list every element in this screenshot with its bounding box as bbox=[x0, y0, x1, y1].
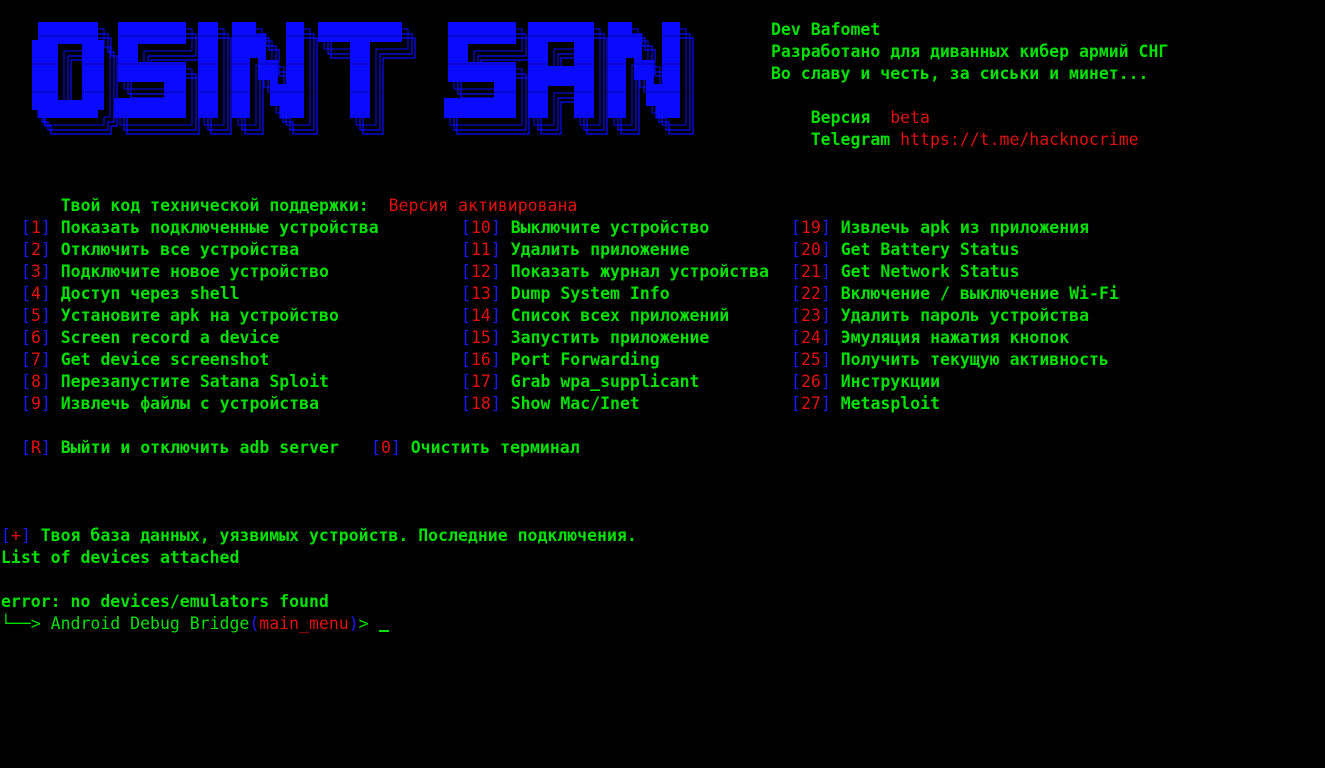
menu-item-19[interactable]: [19] Извлечь apk из приложения bbox=[791, 217, 1089, 239]
telegram-row: Telegram https://t.me/hacknocrime bbox=[771, 107, 1139, 149]
error-message: error: no devices/emulators found bbox=[1, 592, 329, 611]
dev-name: Dev Bafomet bbox=[771, 20, 881, 39]
menu-item-26[interactable]: [26] Инструкции bbox=[791, 371, 940, 393]
menu-item-13[interactable]: [13] Dump System Info bbox=[461, 283, 670, 305]
command-prompt[interactable]: └──> Android Debug Bridge(main_menu)> bbox=[1, 613, 389, 635]
menu-item-23[interactable]: [23] Удалить пароль устройства bbox=[791, 305, 1089, 327]
menu-item-exit[interactable]: [R] Выйти и отключить adb server bbox=[21, 437, 339, 459]
menu-item-24[interactable]: [24] Эмуляция нажатия кнопок bbox=[791, 327, 1069, 349]
text-cursor bbox=[378, 630, 389, 632]
menu-item-25[interactable]: [25] Получить текущую активность bbox=[791, 349, 1109, 371]
osint-san-logo bbox=[18, 14, 718, 146]
developed-for-text: Разработано для диванных кибер армий СНГ bbox=[771, 42, 1169, 61]
menu-item-8[interactable]: [8] Перезапустите Satana Sploit bbox=[21, 371, 329, 393]
menu-item-clear[interactable]: [0] Очистить терминал bbox=[371, 437, 580, 459]
menu-item-2[interactable]: [2] Отключить все устройства bbox=[21, 239, 299, 261]
db-info-text: Твоя база данных, уязвимых устройств. По… bbox=[40, 526, 637, 545]
menu-item-22[interactable]: [22] Включение / выключение Wi-Fi bbox=[791, 283, 1119, 305]
menu-item-9[interactable]: [9] Извлечь файлы с устройства bbox=[21, 393, 319, 415]
menu-item-11[interactable]: [11] Удалить приложение bbox=[461, 239, 690, 261]
menu-item-4[interactable]: [4] Доступ через shell bbox=[21, 283, 240, 305]
slogan-text: Во славу и честь, за сиськи и минет... bbox=[771, 64, 1149, 83]
terminal-window[interactable]: Dev Bafomet Разработано для диванных киб… bbox=[0, 0, 1325, 768]
menu-item-12[interactable]: [12] Показать журнал устройства bbox=[461, 261, 769, 283]
version-row: Версия beta bbox=[771, 85, 930, 127]
menu-item-7[interactable]: [7] Get device screenshot bbox=[21, 349, 269, 371]
device-list-header: List of devices attached bbox=[1, 548, 240, 567]
plus-marker: + bbox=[10, 526, 21, 545]
menu-item-16[interactable]: [16] Port Forwarding bbox=[461, 349, 660, 371]
db-info-line: [+] Твоя база данных, уязвимых устройств… bbox=[1, 526, 637, 545]
telegram-label: Telegram bbox=[810, 130, 891, 149]
menu-item-20[interactable]: [20] Get Battery Status bbox=[791, 239, 1020, 261]
prompt-prefix: └──> bbox=[1, 614, 51, 633]
menu-item-18[interactable]: [18] Show Mac/Inet bbox=[461, 393, 640, 415]
menu-item-5[interactable]: [5] Установите apk на устройство bbox=[21, 305, 339, 327]
menu-item-17[interactable]: [17] Grab wpa_supplicant bbox=[461, 371, 699, 393]
support-code-label: Твой код технической поддержки: bbox=[60, 196, 369, 215]
menu-item-10[interactable]: [10] Выключите устройство bbox=[461, 217, 709, 239]
prompt-context: main_menu bbox=[259, 614, 349, 633]
prompt-name: Android Debug Bridge bbox=[50, 614, 250, 633]
prompt-suffix: > bbox=[358, 614, 379, 633]
support-code-value: Версия активирована bbox=[388, 196, 578, 215]
menu-item-3[interactable]: [3] Подключите новое устройство bbox=[21, 261, 329, 283]
menu-item-6[interactable]: [6] Screen record a device bbox=[21, 327, 279, 349]
menu-item-21[interactable]: [21] Get Network Status bbox=[791, 261, 1020, 283]
menu-item-27[interactable]: [27] Metasploit bbox=[791, 393, 940, 415]
menu-item-15[interactable]: [15] Запустить приложение bbox=[461, 327, 709, 349]
menu-item-14[interactable]: [14] Список всех приложений bbox=[461, 305, 729, 327]
telegram-link[interactable]: https://t.me/hacknocrime bbox=[900, 130, 1138, 149]
support-code-row: Твой код технической поддержки: Версия а… bbox=[21, 173, 578, 215]
logo-graphic bbox=[18, 22, 718, 135]
menu-item-1[interactable]: [1] Показать подключенные устройства bbox=[21, 217, 379, 239]
